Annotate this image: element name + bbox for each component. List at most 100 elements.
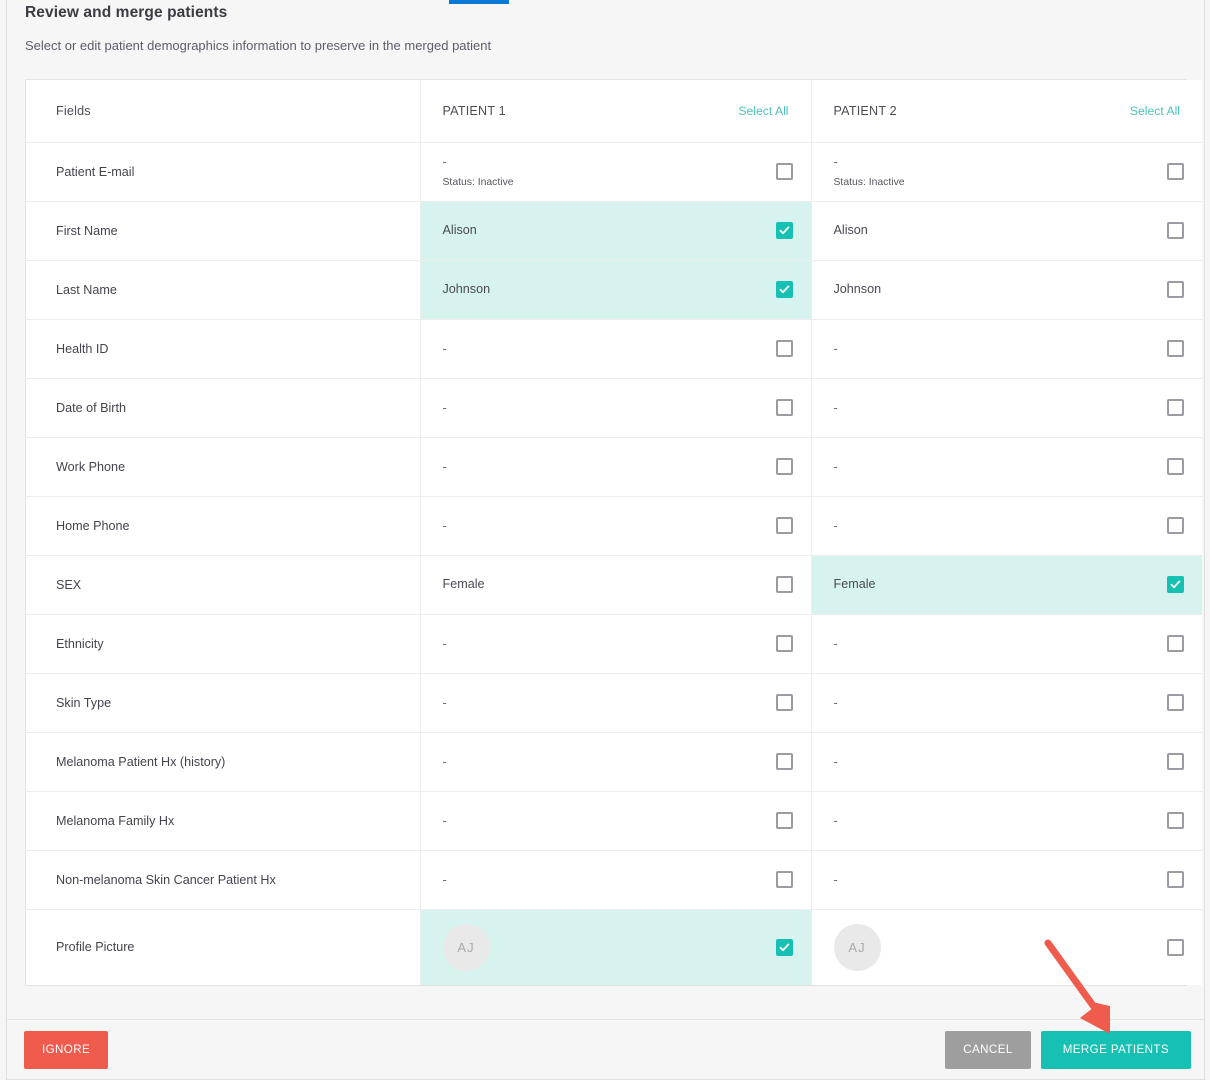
footer-action-group: CANCEL MERGE PATIENTS bbox=[945, 1030, 1191, 1069]
avatar: AJ bbox=[442, 923, 490, 971]
patient-2-row-checkbox[interactable] bbox=[1167, 281, 1184, 298]
patient-2-row-checkbox[interactable] bbox=[1167, 517, 1184, 534]
field-name-cell: Work Phone bbox=[26, 437, 421, 497]
patient-2-row-checkbox[interactable] bbox=[1167, 812, 1184, 829]
field-name-cell: Skin Type bbox=[26, 673, 421, 733]
patient-1-value-cell[interactable]: - bbox=[420, 673, 812, 733]
patient-2-value-cell[interactable]: - bbox=[811, 378, 1202, 438]
dialog-header: Review and merge patients Select or edit… bbox=[7, 0, 1204, 53]
table-header-row: Fields PATIENT 1 Select All PATIENT 2 Se… bbox=[26, 80, 1202, 143]
cell-status-text: Status: Inactive bbox=[833, 176, 905, 188]
cell-status-text: Status: Inactive bbox=[442, 176, 514, 188]
patient-2-row-checkbox[interactable] bbox=[1167, 576, 1184, 593]
cell-value: - bbox=[442, 518, 447, 533]
cell-value: - bbox=[833, 459, 838, 474]
table-row: Patient E-mail - Status: Inactive - Status: … bbox=[26, 142, 1202, 202]
patient-2-value-cell[interactable]: - bbox=[811, 614, 1202, 674]
patient-1-value-cell[interactable]: - bbox=[420, 732, 812, 792]
column-header-patient-1: PATIENT 1 Select All bbox=[420, 80, 812, 143]
patient-1-row-checkbox[interactable] bbox=[775, 635, 793, 652]
cell-value: - bbox=[442, 459, 447, 474]
cell-value: - bbox=[833, 872, 838, 887]
cell-value: - bbox=[442, 636, 447, 651]
patient-2-value-cell[interactable]: - bbox=[811, 850, 1202, 910]
patient-1-value-cell[interactable]: AJ bbox=[420, 909, 812, 985]
patient-1-row-checkbox[interactable] bbox=[775, 340, 793, 357]
patient-1-row-checkbox[interactable] bbox=[775, 938, 793, 956]
patient-1-value-cell[interactable]: - Status: Inactive bbox=[420, 142, 812, 202]
patient-1-row-checkbox[interactable] bbox=[775, 458, 793, 475]
patient-2-row-checkbox[interactable] bbox=[1167, 222, 1184, 239]
patient-1-row-checkbox[interactable] bbox=[775, 222, 793, 239]
patient-2-row-checkbox[interactable] bbox=[1167, 399, 1184, 416]
cancel-button[interactable]: CANCEL bbox=[945, 1030, 1031, 1069]
cell-value: - bbox=[442, 813, 447, 828]
cell-value: Alison bbox=[833, 222, 868, 237]
patient-1-row-checkbox[interactable] bbox=[775, 753, 793, 770]
patient-2-value-cell[interactable]: Alison bbox=[811, 201, 1202, 261]
patient-2-value-cell[interactable]: AJ bbox=[811, 909, 1202, 985]
merge-patients-dialog: Review and merge patients Select or edit… bbox=[6, 0, 1205, 1080]
patient-2-row-checkbox[interactable] bbox=[1167, 163, 1184, 180]
patient-2-value-cell[interactable]: Johnson bbox=[811, 260, 1202, 320]
field-name-cell: Non-melanoma Skin Cancer Patient Hx bbox=[26, 850, 421, 910]
merge-patients-button[interactable]: MERGE PATIENTS bbox=[1040, 1030, 1191, 1069]
column-header-fields: Fields bbox=[26, 80, 421, 143]
cell-value: - bbox=[442, 754, 447, 769]
patient-2-value-cell[interactable]: - bbox=[811, 319, 1202, 379]
patient-1-value-cell[interactable]: - bbox=[420, 496, 812, 556]
patient-1-value-cell[interactable]: - bbox=[420, 614, 812, 674]
cell-value: - bbox=[833, 518, 838, 533]
patient-2-row-checkbox[interactable] bbox=[1167, 340, 1184, 357]
patient-2-row-checkbox[interactable] bbox=[1167, 753, 1184, 770]
merge-table-card: Fields PATIENT 1 Select All PATIENT 2 Se… bbox=[25, 79, 1202, 986]
table-row: SEX Female Female bbox=[26, 555, 1202, 615]
patient-2-value-cell[interactable]: - Status: Inactive bbox=[811, 142, 1202, 202]
patient-2-value-cell[interactable]: - bbox=[811, 673, 1202, 733]
patient-1-row-checkbox[interactable] bbox=[775, 694, 793, 711]
patient-2-value-cell[interactable]: - bbox=[811, 791, 1202, 851]
patient-1-row-checkbox[interactable] bbox=[775, 399, 793, 416]
patient-1-row-checkbox[interactable] bbox=[775, 812, 793, 829]
field-name-cell: SEX bbox=[26, 555, 421, 615]
patient-1-value-cell[interactable]: - bbox=[420, 378, 812, 438]
patient-1-row-checkbox[interactable] bbox=[775, 871, 793, 888]
patient-2-row-checkbox[interactable] bbox=[1167, 635, 1184, 652]
column-header-patient-1-label: PATIENT 1 bbox=[442, 103, 506, 118]
patient-2-row-checkbox[interactable] bbox=[1167, 458, 1184, 475]
patient-1-row-checkbox[interactable] bbox=[775, 163, 793, 180]
cell-value: - bbox=[833, 813, 838, 828]
field-name-cell: Date of Birth bbox=[26, 378, 421, 438]
patient-2-row-checkbox[interactable] bbox=[1167, 694, 1184, 711]
cell-value: Female bbox=[833, 576, 876, 591]
cell-value: - bbox=[833, 341, 838, 356]
cell-value: - bbox=[833, 754, 838, 769]
select-all-patient-1-link[interactable]: Select All bbox=[738, 104, 788, 118]
patient-2-row-checkbox[interactable] bbox=[1167, 938, 1184, 956]
table-row: First Name Alison Alison bbox=[26, 201, 1202, 261]
page-subtitle: Select or edit patient demographics info… bbox=[25, 38, 492, 53]
active-tab-indicator bbox=[449, 0, 509, 4]
patient-2-value-cell[interactable]: - bbox=[811, 732, 1202, 792]
patient-1-value-cell[interactable]: - bbox=[420, 791, 812, 851]
patient-2-value-cell[interactable]: Female bbox=[811, 555, 1202, 615]
column-header-patient-2-label: PATIENT 2 bbox=[833, 103, 897, 118]
patient-1-value-cell[interactable]: - bbox=[420, 437, 812, 497]
select-all-patient-2-link[interactable]: Select All bbox=[1130, 104, 1180, 118]
ignore-button[interactable]: IGNORE bbox=[24, 1030, 109, 1069]
patient-2-value-cell[interactable]: - bbox=[811, 437, 1202, 497]
patient-1-value-cell[interactable]: Female bbox=[420, 555, 812, 615]
patient-1-row-checkbox[interactable] bbox=[775, 576, 793, 593]
patient-1-value-cell[interactable]: - bbox=[420, 850, 812, 910]
patient-1-row-checkbox[interactable] bbox=[775, 281, 793, 298]
patient-2-row-checkbox[interactable] bbox=[1167, 871, 1184, 888]
field-name-cell: Melanoma Patient Hx (history) bbox=[26, 732, 421, 792]
patient-2-value-cell[interactable]: - bbox=[811, 496, 1202, 556]
avatar: AJ bbox=[833, 923, 881, 971]
patient-1-value-cell[interactable]: Alison bbox=[420, 201, 812, 261]
patient-1-value-cell[interactable]: Johnson bbox=[420, 260, 812, 320]
patient-1-value-cell[interactable]: - bbox=[420, 319, 812, 379]
table-row: Home Phone - - bbox=[26, 496, 1202, 556]
patient-1-row-checkbox[interactable] bbox=[775, 517, 793, 534]
field-name-cell: Melanoma Family Hx bbox=[26, 791, 421, 851]
